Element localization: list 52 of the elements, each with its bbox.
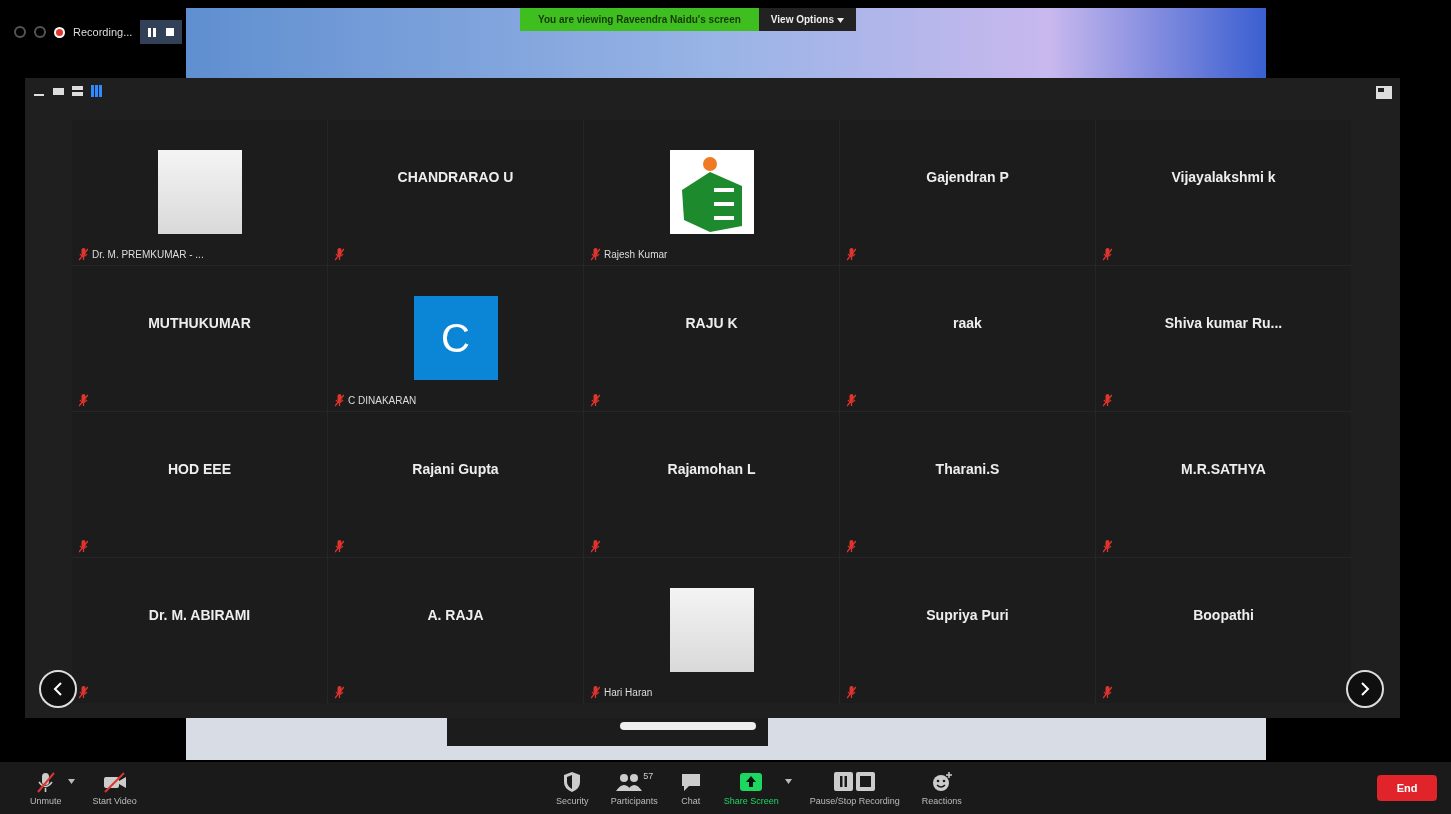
next-page-button[interactable] [1346,670,1384,708]
recording-label: Recording... [73,26,133,38]
participant-name: M.R.SATHYA [1181,460,1266,479]
participant-name: A. RAJA [427,606,484,625]
participant-name: Shiva kumar Ru... [1164,314,1283,333]
screen-share-banner: You are viewing Raveendra Naidu's screen [520,8,759,31]
chat-button[interactable]: Chat [675,770,706,806]
mic-button[interactable]: Unmute [26,770,66,806]
record-button[interactable]: Pause/Stop Recording [805,770,904,806]
participants-button[interactable]: 57 Participants [606,770,662,806]
participant-name: Supriya Puri [926,606,1009,625]
caret-icon[interactable] [67,778,75,784]
participant-count: 57 [643,770,654,781]
previous-page-button[interactable] [39,670,77,708]
participant-name: Dr. M. ABIRAMI [148,606,251,625]
participant-name: Hari Haran [604,686,653,698]
participant-name: Rajamohan L [667,460,756,479]
participant-name: Gajendran P [926,168,1009,187]
participant-name: CHANDRARAO U [397,168,514,187]
chevron-right-icon [1360,682,1370,696]
participant-name: Rajani Gupta [412,460,499,479]
caret-icon[interactable] [784,778,792,784]
video-button[interactable]: Start Video [88,770,141,806]
participant-name: HOD EEE [168,460,231,479]
recording-dot-icon [54,26,65,38]
chevron-left-icon [53,682,63,696]
participant-name: RAJU K [685,314,738,333]
share-screen-icon [739,770,764,793]
participant-name: Dr. M. PREMKUMAR - ... [92,248,204,260]
end-button[interactable]: End [1377,775,1437,801]
view-options-button[interactable]: View Options [758,8,856,31]
participant-name: Rajesh Kumar [604,248,668,260]
caret-icon [836,18,844,23]
muted-microphone-icon [34,770,57,793]
strip-view-icon[interactable] [71,84,84,98]
security-button[interactable]: Security [552,770,593,806]
smiley-icon [930,770,953,793]
gallery-view-icon[interactable] [90,84,103,98]
stop-icon[interactable] [166,28,175,36]
participant-name: Tharani.S [935,460,1000,479]
pause-stop-icon [832,770,877,793]
reactions-button[interactable]: Reactions [917,770,966,806]
participant-name: Vijayalakshmi k [1171,168,1276,187]
participant-name: Boopathi [1193,606,1254,625]
participant-name: raak [953,314,982,333]
layout-icon[interactable] [1376,86,1392,99]
avatar-letter: C [441,315,470,361]
participant-name: C DINAKARAN [348,394,417,406]
participant-name: MUTHUKUMAR [148,314,251,333]
share-button[interactable]: Share Screen [719,770,783,806]
video-off-icon [101,770,128,793]
pause-icon[interactable] [148,27,157,37]
